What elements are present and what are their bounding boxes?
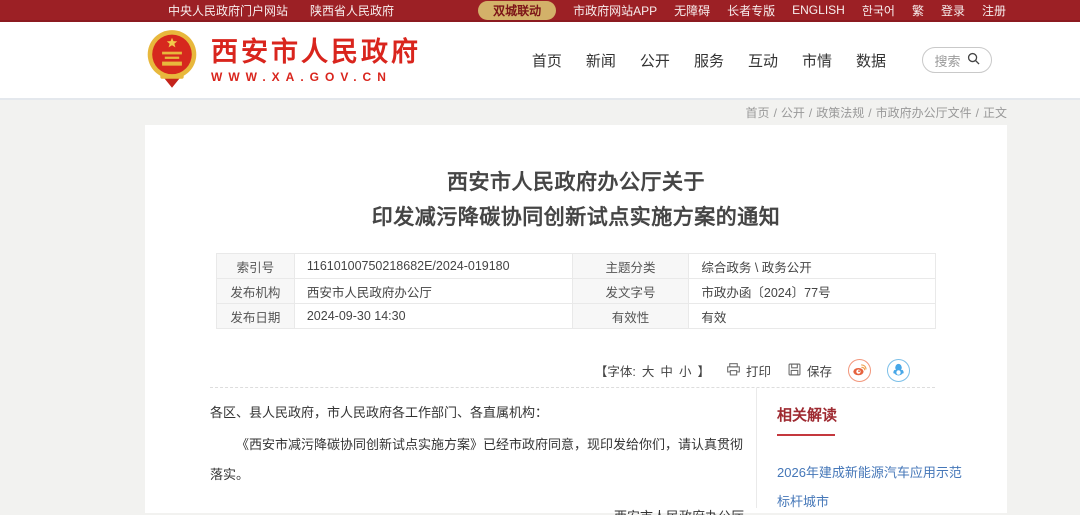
link-login[interactable]: 登录 [941,2,965,19]
meta-label-topic: 主题分类 [572,254,689,279]
print-button[interactable]: 打印 [726,361,771,380]
nav-news[interactable]: 新闻 [586,50,616,71]
nav-data[interactable]: 数据 [856,50,886,71]
breadcrumb-separator: / [774,106,777,120]
meta-value-topic: 综合政务 \ 政务公开 [689,254,936,279]
link-korean[interactable]: 한국어 [862,2,895,19]
breadcrumb-home[interactable]: 首页 [746,104,770,121]
article-card: 西安市人民政府办公厅关于 印发减污降碳协同创新试点实施方案的通知 索引号 116… [145,125,1007,513]
site-header: 西安市人民政府 WWW.XA.GOV.CN 首页 新闻 公开 服务 互动 市情 … [0,22,1080,100]
breadcrumb-current: 正文 [983,104,1007,121]
meta-value-issuer: 西安市人民政府办公厅 [294,279,572,304]
print-label: 打印 [746,361,771,380]
font-size-large-button[interactable]: 大 [642,361,655,380]
site-url: WWW.XA.GOV.CN [211,70,421,84]
save-label: 保存 [807,361,832,380]
logo-text: 西安市人民政府 WWW.XA.GOV.CN [211,37,421,84]
link-shaanxi-gov[interactable]: 陕西省人民政府 [310,2,394,19]
link-accessibility[interactable]: 无障碍 [674,2,710,19]
table-row: 索引号 11610100750218682E/2024-019180 主题分类 … [217,254,936,279]
breadcrumb-office-documents[interactable]: 市政府办公厅文件 [876,104,972,121]
search-label: 搜索 [934,51,960,70]
national-emblem-icon [145,28,199,93]
font-size-medium-button[interactable]: 中 [660,361,673,380]
meta-label-validity: 有效性 [572,304,689,329]
document-title-line2: 印发减污降碳协同创新试点实施方案的通知 [145,200,1007,235]
link-register[interactable]: 注册 [982,2,1006,19]
font-size-label: 【字体: [595,361,636,380]
weibo-icon [851,361,868,381]
save-button[interactable]: 保存 [787,361,832,380]
dual-city-pill-button[interactable]: 双城联动 [478,1,556,20]
link-senior-version[interactable]: 长者专版 [727,2,775,19]
site-logo[interactable]: 西安市人民政府 WWW.XA.GOV.CN [145,28,421,93]
document-title-line1: 西安市人民政府办公厅关于 [145,165,1007,200]
nav-home[interactable]: 首页 [532,50,562,71]
meta-value-index-no: 11610100750218682E/2024-019180 [294,254,572,279]
body-paragraph-main: 《西安市减污降碳协同创新试点实施方案》已经市政府同意，现印发给你们，请认真贯彻落… [210,430,744,490]
top-utility-bar: 中央人民政府门户网站 陕西省人民政府 双城联动 市政府网站APP 无障碍 长者专… [0,0,1080,22]
topbar-right-links: 双城联动 市政府网站APP 无障碍 长者专版 ENGLISH 한국어 繁 登录 … [478,1,1006,20]
meta-label-issuer: 发布机构 [217,279,295,304]
weibo-share-button[interactable] [848,359,871,382]
search-icon [967,52,980,68]
nav-city-profile[interactable]: 市情 [802,50,832,71]
link-english[interactable]: ENGLISH [792,3,845,17]
link-traditional-chinese[interactable]: 繁 [912,2,924,19]
font-size-small-button[interactable]: 小 [679,361,692,380]
meta-label-doc-number: 发文字号 [572,279,689,304]
font-size-label-close: 】 [697,361,710,380]
breadcrumb-separator: / [868,106,871,120]
meta-label-index-no: 索引号 [217,254,295,279]
breadcrumb-disclosure[interactable]: 公开 [781,104,805,121]
article-content-row: 各区、县人民政府，市人民政府各工作部门、各直属机构： 《西安市减污降碳协同创新试… [145,388,1007,508]
breadcrumb: 首页 / 公开 / 政策法规 / 市政府办公厅文件 / 正文 [0,100,1080,125]
article-toolbar: 【字体: 大 中 小 】 打印 [145,359,910,382]
meta-value-doc-number: 市政办函〔2024〕77号 [689,279,936,304]
main-nav: 首页 新闻 公开 服务 互动 市情 数据 [532,50,886,71]
body-paragraph-salutation: 各区、县人民政府，市人民政府各工作部门、各直属机构： [210,398,744,428]
meta-label-publish-date: 发布日期 [217,304,295,329]
related-reading-underline [777,434,835,436]
nav-services[interactable]: 服务 [694,50,724,71]
link-gov-app[interactable]: 市政府网站APP [573,2,657,19]
qq-penguin-icon [891,362,906,380]
meta-value-publish-date: 2024-09-30 14:30 [294,304,572,329]
table-row: 发布日期 2024-09-30 14:30 有效性 有效 [217,304,936,329]
document-meta-table: 索引号 11610100750218682E/2024-019180 主题分类 … [216,253,936,329]
document-title: 西安市人民政府办公厅关于 印发减污降碳协同创新试点实施方案的通知 [145,165,1007,235]
topbar-left-links: 中央人民政府门户网站 陕西省人民政府 [168,2,394,19]
article-body: 各区、县人民政府，市人民政府各工作部门、各直属机构： 《西安市减污降碳协同创新试… [145,388,757,508]
search-button[interactable]: 搜索 [922,47,992,73]
qq-share-button[interactable] [887,359,910,382]
related-reading-link[interactable]: 2026年建成新能源汽车应用示范标杆城市 [777,458,962,515]
signature-organization: 西安市人民政府办公厅 [210,502,744,515]
nav-disclosure[interactable]: 公开 [640,50,670,71]
meta-value-validity: 有效 [689,304,936,329]
related-reading-sidebar: 相关解读 2026年建成新能源汽车应用示范标杆城市 [757,388,1007,508]
breadcrumb-separator: / [809,106,812,120]
printer-icon [726,362,741,380]
table-row: 发布机构 西安市人民政府办公厅 发文字号 市政办函〔2024〕77号 [217,279,936,304]
breadcrumb-policies[interactable]: 政策法规 [816,104,864,121]
font-size-tools: 【字体: 大 中 小 】 [595,361,710,380]
link-central-gov[interactable]: 中央人民政府门户网站 [168,2,288,19]
breadcrumb-separator: / [976,106,979,120]
related-reading-title: 相关解读 [777,404,989,425]
site-name: 西安市人民政府 [211,37,421,67]
nav-interaction[interactable]: 互动 [748,50,778,71]
save-icon [787,362,802,380]
